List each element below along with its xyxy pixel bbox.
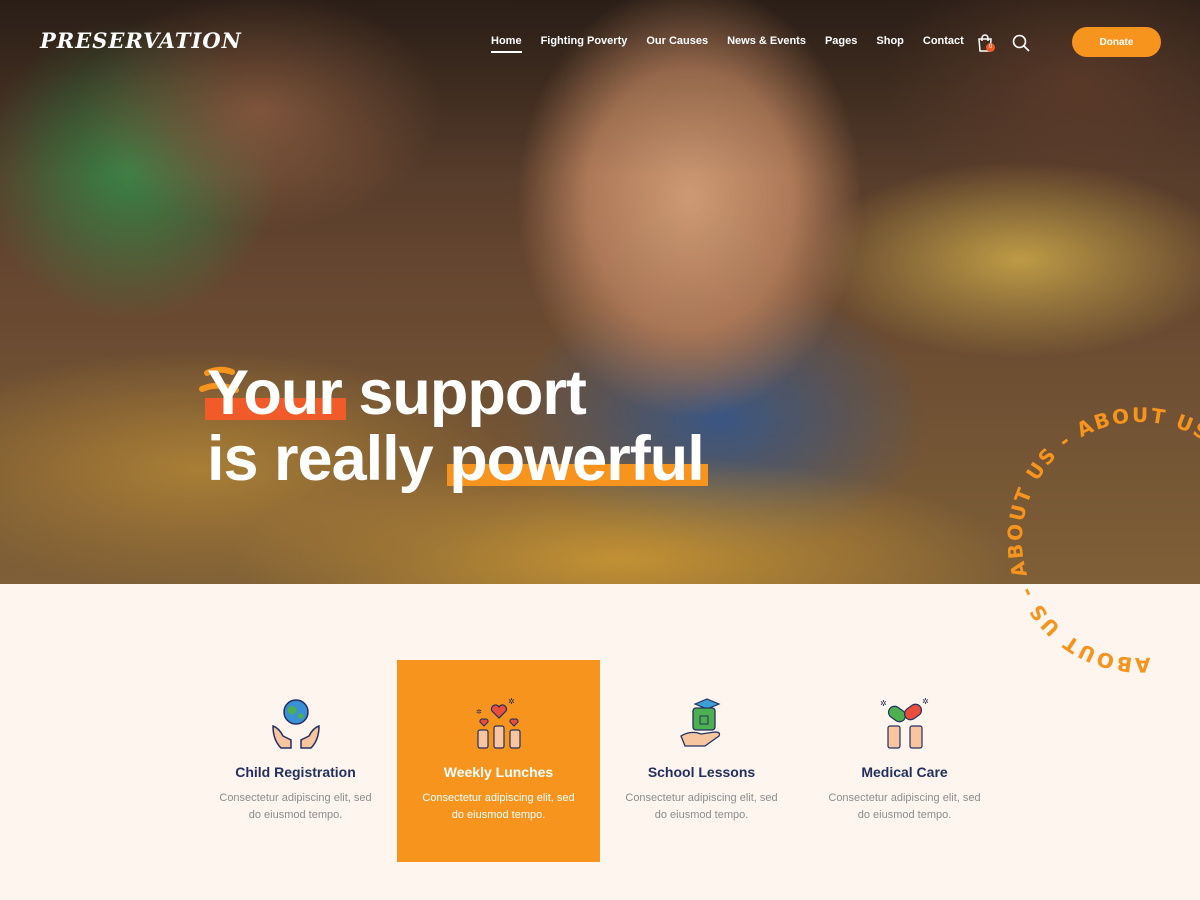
svg-text:✲: ✲ [922, 697, 929, 706]
about-us-badge-text: ABOUT US - ABOUT US - ABOUT US - [1000, 400, 1200, 680]
nav-item-home[interactable]: Home [491, 35, 522, 53]
nav-item-shop[interactable]: Shop [876, 35, 904, 47]
feature-title: Medical Care [861, 764, 948, 780]
shopping-bag-icon[interactable]: 0 [977, 34, 995, 52]
feature-desc-line-2: do eiusmod tempo. [248, 809, 343, 821]
headline-line-2: is really powerful [207, 424, 708, 494]
pills-hands-icon: ✲ ✲ [878, 696, 932, 750]
header-nav: Preservation Home Fighting Poverty Our C… [0, 0, 1200, 84]
feature-title: School Lessons [647, 764, 756, 780]
feature-title: Child Registration [235, 764, 356, 780]
headline-support: support [358, 358, 586, 428]
hearts-hands-icon: ✲ ✲ [472, 696, 526, 750]
search-icon[interactable] [1012, 34, 1030, 52]
headline-highlight-your: Your [205, 358, 346, 428]
logo[interactable]: Preservation [40, 28, 242, 53]
feature-weekly-lunches[interactable]: ✲ ✲ Weekly Lunches Consectetur adipiscin… [397, 660, 600, 862]
nav-item-our-causes[interactable]: Our Causes [646, 35, 708, 47]
feature-desc-line-2: do eiusmod tempo. [654, 809, 749, 821]
feature-desc-line-1: Consectetur adipiscing elit, sed [219, 792, 372, 804]
headline-is-really: is really [207, 424, 434, 494]
feature-description: Consectetur adipiscing elit, sed do eius… [600, 790, 803, 824]
donate-button[interactable]: Donate [1072, 27, 1161, 57]
feature-child-registration[interactable]: Child Registration Consectetur adipiscin… [194, 660, 397, 862]
feature-description: Consectetur adipiscing elit, sed do eius… [397, 790, 600, 824]
feature-school-lessons[interactable]: School Lessons Consectetur adipiscing el… [600, 660, 803, 862]
feature-desc-line-1: Consectetur adipiscing elit, sed [422, 792, 575, 804]
feature-medical-care[interactable]: ✲ ✲ Medical Care Consectetur adipiscing … [803, 660, 1006, 862]
cart-count-badge: 0 [986, 43, 995, 52]
svg-text:✲: ✲ [476, 708, 482, 716]
svg-text:✲: ✲ [508, 697, 515, 706]
feature-desc-line-2: do eiusmod tempo. [857, 809, 952, 821]
feature-desc-line-1: Consectetur adipiscing elit, sed [625, 792, 778, 804]
main-menu: Home Fighting Poverty Our Causes News & … [491, 35, 964, 53]
hero-headline: Your support is really powerful [205, 358, 708, 494]
feature-description: Consectetur adipiscing elit, sed do eius… [803, 790, 1006, 824]
feature-desc-line-1: Consectetur adipiscing elit, sed [828, 792, 981, 804]
headline-line-1: Your support [205, 358, 704, 428]
headline-highlight-powerful: powerful [447, 424, 708, 494]
nav-item-news-events[interactable]: News & Events [727, 35, 806, 47]
about-us-rotating-badge[interactable]: ABOUT US - ABOUT US - ABOUT US - [1000, 400, 1200, 680]
svg-text:✲: ✲ [880, 699, 887, 708]
globe-hands-icon [269, 696, 323, 750]
features-row: Child Registration Consectetur adipiscin… [194, 660, 1006, 862]
feature-description: Consectetur adipiscing elit, sed do eius… [194, 790, 397, 824]
nav-item-contact[interactable]: Contact [923, 35, 964, 47]
nav-item-fighting-poverty[interactable]: Fighting Poverty [541, 35, 628, 47]
feature-title: Weekly Lunches [443, 764, 554, 780]
nav-item-pages[interactable]: Pages [825, 35, 857, 47]
graduation-hand-icon [675, 696, 729, 750]
feature-desc-line-2: do eiusmod tempo. [451, 809, 546, 821]
